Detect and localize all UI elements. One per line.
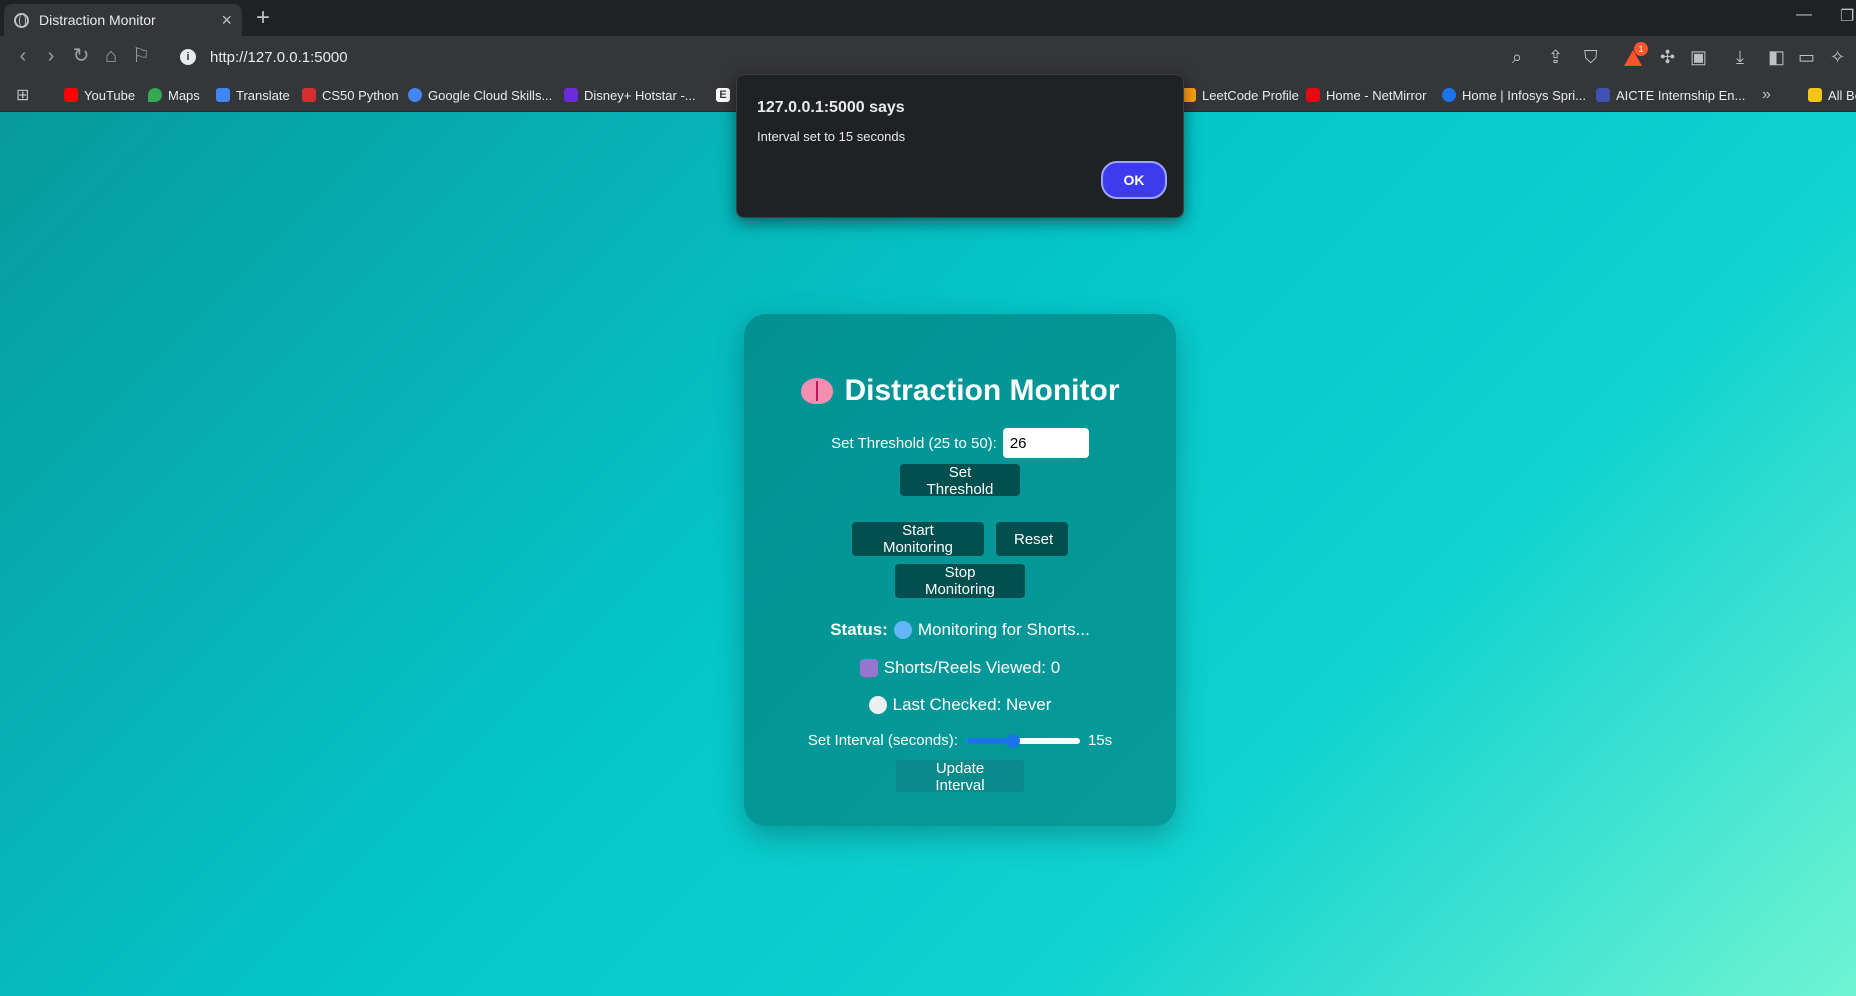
translate-icon [216, 88, 230, 102]
magnifier-icon [893, 621, 912, 639]
page-background: Distraction Monitor Set Threshold (25 to… [0, 112, 1856, 996]
interval-slider[interactable] [965, 733, 1080, 748]
app-title: Distraction Monitor [744, 374, 1176, 408]
back-icon[interactable]: ‹ [10, 44, 36, 68]
brain-icon [800, 378, 833, 404]
youtube-icon [64, 88, 78, 102]
leetcode-icon [1182, 88, 1196, 102]
status-value: Monitoring for Shorts... [917, 620, 1090, 639]
dialog-ok-button[interactable]: OK [1101, 161, 1167, 199]
tab-title: Distraction Monitor [39, 12, 156, 28]
clock-icon [868, 696, 887, 714]
zoom-icon[interactable]: ⌕ [1512, 46, 1522, 68]
bookmark-aicte[interactable]: AICTE Internship En... [1596, 85, 1745, 105]
download-icon[interactable]: ⤓ [1736, 46, 1744, 68]
bookmark-google-cloud[interactable]: Google Cloud Skills... [408, 85, 552, 105]
brave-shield-icon[interactable]: ⛉ [1584, 46, 1598, 68]
tab-close-icon[interactable]: × [221, 11, 232, 29]
folder-icon [1808, 88, 1822, 102]
hotstar-icon [564, 88, 578, 102]
alert-dialog: 127.0.0.1:5000 says Interval set to 15 s… [736, 74, 1184, 218]
status-label: Status: [830, 620, 888, 639]
start-monitoring-button[interactable]: Start Monitoring [852, 522, 984, 556]
reload-icon[interactable]: ↻ [68, 44, 94, 68]
new-tab-button[interactable]: + [256, 5, 270, 31]
extensions-icon[interactable]: ✣ [1660, 46, 1675, 68]
update-interval-row: Update Interval [744, 760, 1176, 794]
share-icon[interactable]: ⇪ [1548, 46, 1563, 68]
tab-strip: Distraction Monitor × + — ❐ [0, 0, 1856, 36]
bookmark-netmirror[interactable]: Home - NetMirror [1306, 85, 1426, 105]
clapper-icon [859, 659, 878, 677]
apps-grid-icon[interactable]: ⊞ [16, 85, 29, 105]
globe-icon [14, 12, 29, 28]
reset-button[interactable]: Reset [996, 522, 1068, 556]
monitor-actions-row: Start Monitoring Reset [744, 522, 1176, 556]
bookmark-icon[interactable]: ⚐ [128, 44, 154, 68]
cs50-icon [302, 88, 316, 102]
threshold-label: Set Threshold (25 to 50): [831, 434, 997, 452]
interval-row: Set Interval (seconds): 15s [744, 732, 1176, 749]
bookmark-cs50[interactable]: CS50 Python [302, 85, 399, 105]
bookmark-infosys[interactable]: Home | Infosys Spri... [1442, 85, 1586, 105]
tab-search-icon[interactable]: ▣ [1690, 46, 1707, 68]
stop-monitoring-button[interactable]: Stop Monitoring [895, 564, 1025, 598]
sidebar-icon[interactable]: ◧ [1768, 46, 1785, 68]
monitor-card: Distraction Monitor Set Threshold (25 to… [744, 314, 1176, 826]
forward-icon[interactable]: › [38, 44, 64, 68]
brave-rewards-icon[interactable]: 1 [1624, 42, 1648, 66]
stop-row: Stop Monitoring [744, 564, 1176, 598]
site-info-icon[interactable]: i [180, 49, 196, 65]
bookmark-hotstar[interactable]: Disney+ Hotstar -... [564, 85, 696, 105]
restore-icon[interactable]: ❐ [1840, 6, 1854, 26]
dialog-title: 127.0.0.1:5000 says [757, 99, 905, 116]
more-bookmarks-icon[interactable]: » [1762, 85, 1771, 105]
bookmark-e[interactable]: E [716, 85, 730, 105]
browser-tab[interactable]: Distraction Monitor × [4, 4, 242, 36]
bookmark-maps[interactable]: Maps [148, 85, 200, 105]
threshold-row: Set Threshold (25 to 50): [744, 428, 1176, 458]
infosys-icon [1442, 88, 1456, 102]
address-bar[interactable]: i http://127.0.0.1:5000 [166, 42, 1506, 72]
aicte-icon [1596, 88, 1610, 102]
e-icon: E [716, 88, 730, 102]
update-interval-button[interactable]: Update Interval [896, 760, 1024, 794]
status-row: Status: Monitoring for Shorts... [744, 620, 1176, 640]
bookmark-leetcode[interactable]: LeetCode Profile [1182, 85, 1299, 105]
interval-value: 15s [1087, 732, 1113, 749]
threshold-input[interactable] [1002, 428, 1089, 458]
brave-badge-count: 1 [1634, 42, 1648, 56]
wallet-icon[interactable]: ▭ [1798, 46, 1815, 68]
dialog-message: Interval set to 15 seconds [757, 129, 906, 144]
interval-label: Set Interval (seconds): [807, 732, 958, 749]
bookmark-all[interactable]: All Bo [1808, 85, 1856, 105]
google-cloud-icon [408, 88, 422, 102]
bookmark-youtube[interactable]: YouTube [64, 85, 135, 105]
viewed-count: Shorts/Reels Viewed: 0 [883, 658, 1061, 677]
netmirror-icon [1306, 88, 1320, 102]
leo-ai-icon[interactable]: ✧ [1830, 46, 1845, 68]
bookmark-translate[interactable]: Translate [216, 85, 290, 105]
viewed-row: Shorts/Reels Viewed: 0 [744, 658, 1176, 678]
last-checked: Last Checked: Never [892, 695, 1052, 714]
home-icon[interactable]: ⌂ [98, 44, 124, 68]
browser-toolbar: ‹ › ↻ ⌂ ⚐ i http://127.0.0.1:5000 ⌕ ⇪ ⛉ … [0, 36, 1856, 78]
interval-slider-thumb[interactable] [1005, 733, 1020, 748]
minimize-icon[interactable]: — [1796, 6, 1812, 24]
last-checked-row: Last Checked: Never [744, 695, 1176, 715]
set-threshold-row: Set Threshold [744, 464, 1176, 498]
set-threshold-button[interactable]: Set Threshold [900, 464, 1020, 498]
url-text: http://127.0.0.1:5000 [210, 48, 348, 66]
maps-icon [148, 88, 162, 102]
